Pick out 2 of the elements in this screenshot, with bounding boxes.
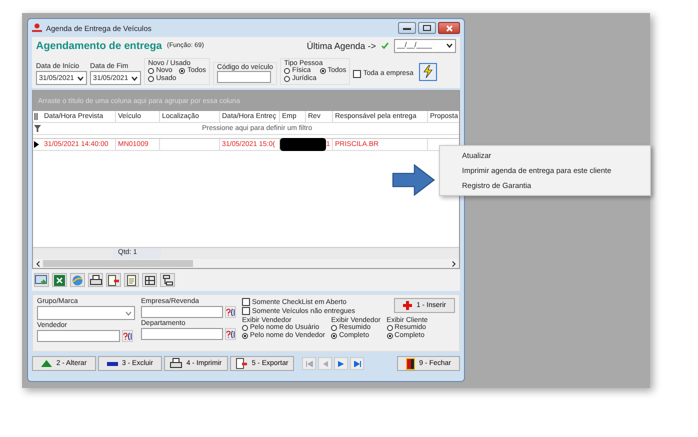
page-title: Agendamento de entrega [36,40,162,52]
last-agenda-label: Última Agenda -> [306,40,376,50]
